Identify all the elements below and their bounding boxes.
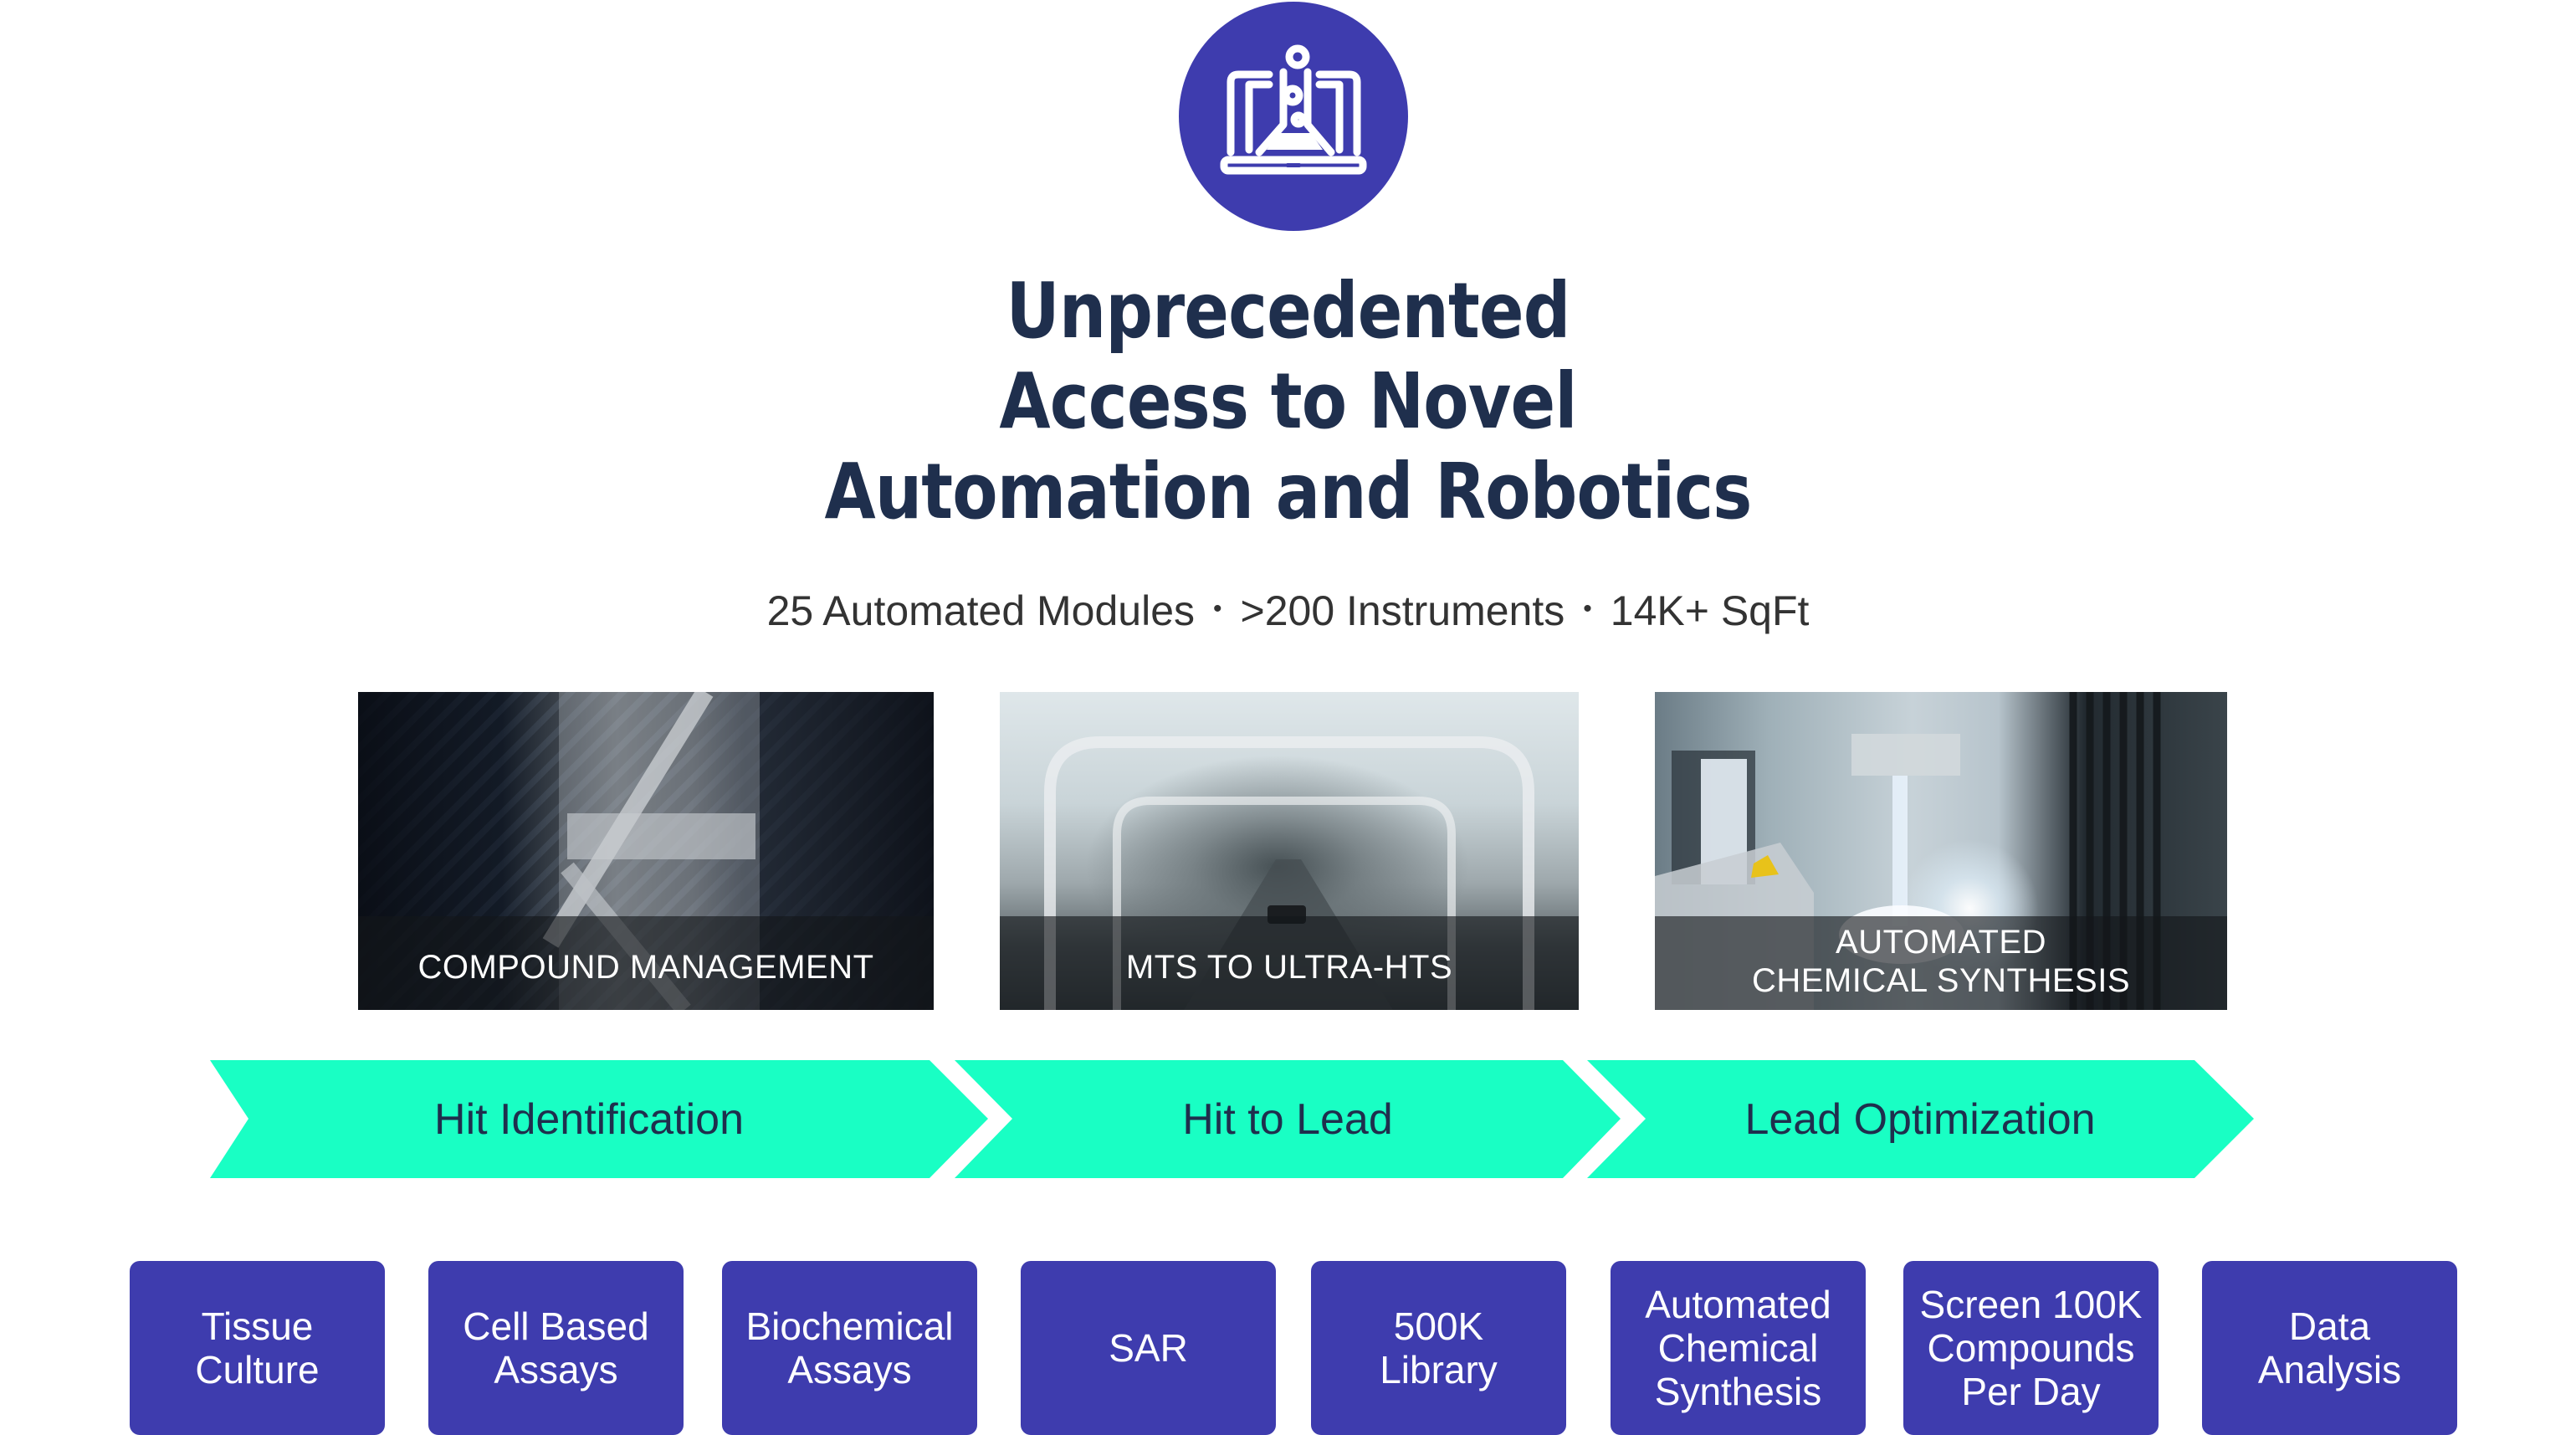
stats-line: 25 Automated Modules • >200 Instruments • 14… — [0, 586, 2576, 639]
caption-line: COMPOUND MANAGEMENT — [417, 949, 874, 986]
capability-line: Chemical — [1657, 1326, 1819, 1370]
caption-line: AUTOMATED — [1836, 924, 2046, 961]
stage-label-hit-identification: Hit Identification — [434, 1094, 744, 1144]
page-title: Unprecedented Access to Novel Automation… — [181, 266, 2396, 537]
capability-line: Assays — [494, 1348, 618, 1391]
stat-instruments: >200 Instruments — [1240, 587, 1565, 634]
capability-500k-library: 500K Library — [1311, 1261, 1566, 1435]
capability-sar: SAR — [1021, 1261, 1276, 1435]
capability-line: Library — [1380, 1348, 1498, 1391]
capability-line: Compounds — [1927, 1326, 2135, 1370]
photo-caption: AUTOMATED CHEMICAL SYNTHESIS — [1655, 916, 2227, 1010]
capability-line: SAR — [1109, 1326, 1188, 1370]
title-line: Access to Novel — [999, 356, 1577, 446]
capability-line: Synthesis — [1654, 1370, 1822, 1413]
photo-mts-to-ultra-hts: MTS TO ULTRA-HTS — [1000, 692, 1579, 1010]
capability-line: Screen 100K — [1919, 1283, 2143, 1326]
photo-compound-management: COMPOUND MANAGEMENT — [358, 692, 934, 1010]
capability-line: Tissue — [201, 1304, 314, 1348]
caption-line: MTS TO ULTRA-HTS — [1125, 949, 1453, 986]
stage-label-lead-optimization: Lead Optimization — [1744, 1094, 2096, 1144]
capability-automated-chemical-synthesis: Automated Chemical Synthesis — [1611, 1261, 1866, 1435]
title-line: Automation and Robotics — [824, 447, 1752, 536]
stage-label-hit-to-lead: Hit to Lead — [1182, 1094, 1393, 1144]
capability-line: Biochemical — [745, 1304, 954, 1348]
laptop-flask-icon — [1179, 2, 1408, 231]
photo-automated-chemical-synthesis: AUTOMATED CHEMICAL SYNTHESIS — [1655, 692, 2227, 1010]
laptop-flask-glyph — [1220, 44, 1367, 175]
caption-line: CHEMICAL SYNTHESIS — [1751, 962, 2131, 999]
capability-biochemical-assays: Biochemical Assays — [722, 1261, 977, 1435]
bullet-separator: • — [1583, 594, 1592, 623]
capability-line: Data — [2288, 1304, 2371, 1348]
capability-line: Automated — [1645, 1283, 1831, 1326]
capability-cell-based-assays: Cell Based Assays — [428, 1261, 684, 1435]
capability-line: 500K — [1393, 1304, 1484, 1348]
capability-line: Per Day — [1961, 1370, 2101, 1413]
capability-line: Culture — [195, 1348, 320, 1391]
capability-data-analysis: Data Analysis — [2202, 1261, 2457, 1435]
stat-sqft: 14K+ SqFt — [1610, 587, 1810, 634]
capability-line: Assays — [787, 1348, 912, 1391]
capability-tissue-culture: Tissue Culture — [130, 1261, 385, 1435]
capability-line: Cell Based — [463, 1304, 649, 1348]
photo-caption: MTS TO ULTRA-HTS — [1000, 916, 1579, 1010]
capability-line: Analysis — [2257, 1348, 2402, 1391]
title-line: Unprecedented — [1006, 266, 1570, 356]
capability-screen-100k: Screen 100K Compounds Per Day — [1903, 1261, 2159, 1435]
photo-caption: COMPOUND MANAGEMENT — [358, 916, 934, 1010]
bullet-separator: • — [1213, 594, 1222, 623]
stat-modules: 25 Automated Modules — [766, 587, 1196, 634]
